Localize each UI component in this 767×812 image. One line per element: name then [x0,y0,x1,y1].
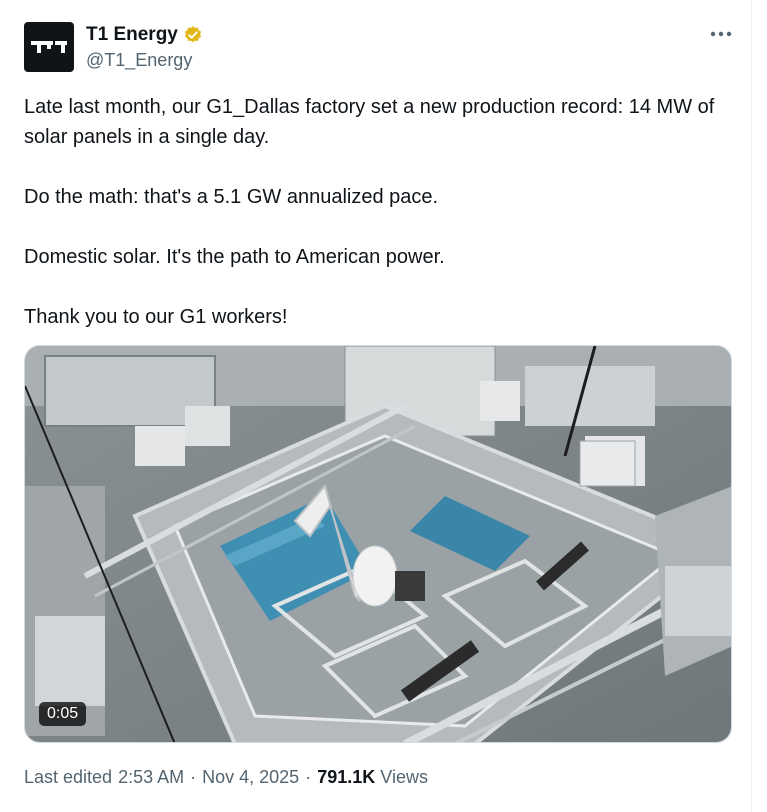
tweet-paragraph: Late last month, our G1_Dallas factory s… [24,96,715,148]
views-count: 791.1K [317,767,376,787]
author-handle[interactable]: @T1_Energy [86,50,192,71]
video-player[interactable]: 0:05 [24,345,732,743]
author-name-row[interactable]: T1 Energy [86,24,203,46]
post-date[interactable]: Nov 4, 2025 [202,767,299,788]
meta-separator: · [305,767,312,787]
video-duration: 0:05 [39,702,87,726]
meta-separator: · [190,767,197,787]
post-time[interactable]: 2:53 AM [118,767,184,788]
tweet-paragraph: Thank you to our G1 workers! [24,306,288,328]
edited-label[interactable]: Last edited [24,767,112,788]
avatar[interactable] [24,22,74,72]
tweet-card: T1 Energy @T1_Energy Late last month, ou… [0,0,752,812]
tweet-text: Late last month, our G1_Dallas factory s… [24,92,724,362]
t1-logo-icon [31,41,67,53]
views-label: Views [380,767,428,787]
more-horizontal-icon [710,31,732,37]
author-name[interactable]: T1 Energy [86,24,178,46]
tweet-paragraph: Do the math: that's a 5.1 GW annualized … [24,186,439,208]
verified-badge-icon [184,26,201,43]
more-options-button[interactable] [706,22,736,46]
video-thumbnail [25,346,731,742]
tweet-paragraph: Domestic solar. It's the path to America… [24,246,445,268]
views-stat[interactable]: 791.1K Views [317,767,428,788]
tweet-meta: Last edited 2:53 AM · Nov 4, 2025 · 791.… [24,767,428,788]
